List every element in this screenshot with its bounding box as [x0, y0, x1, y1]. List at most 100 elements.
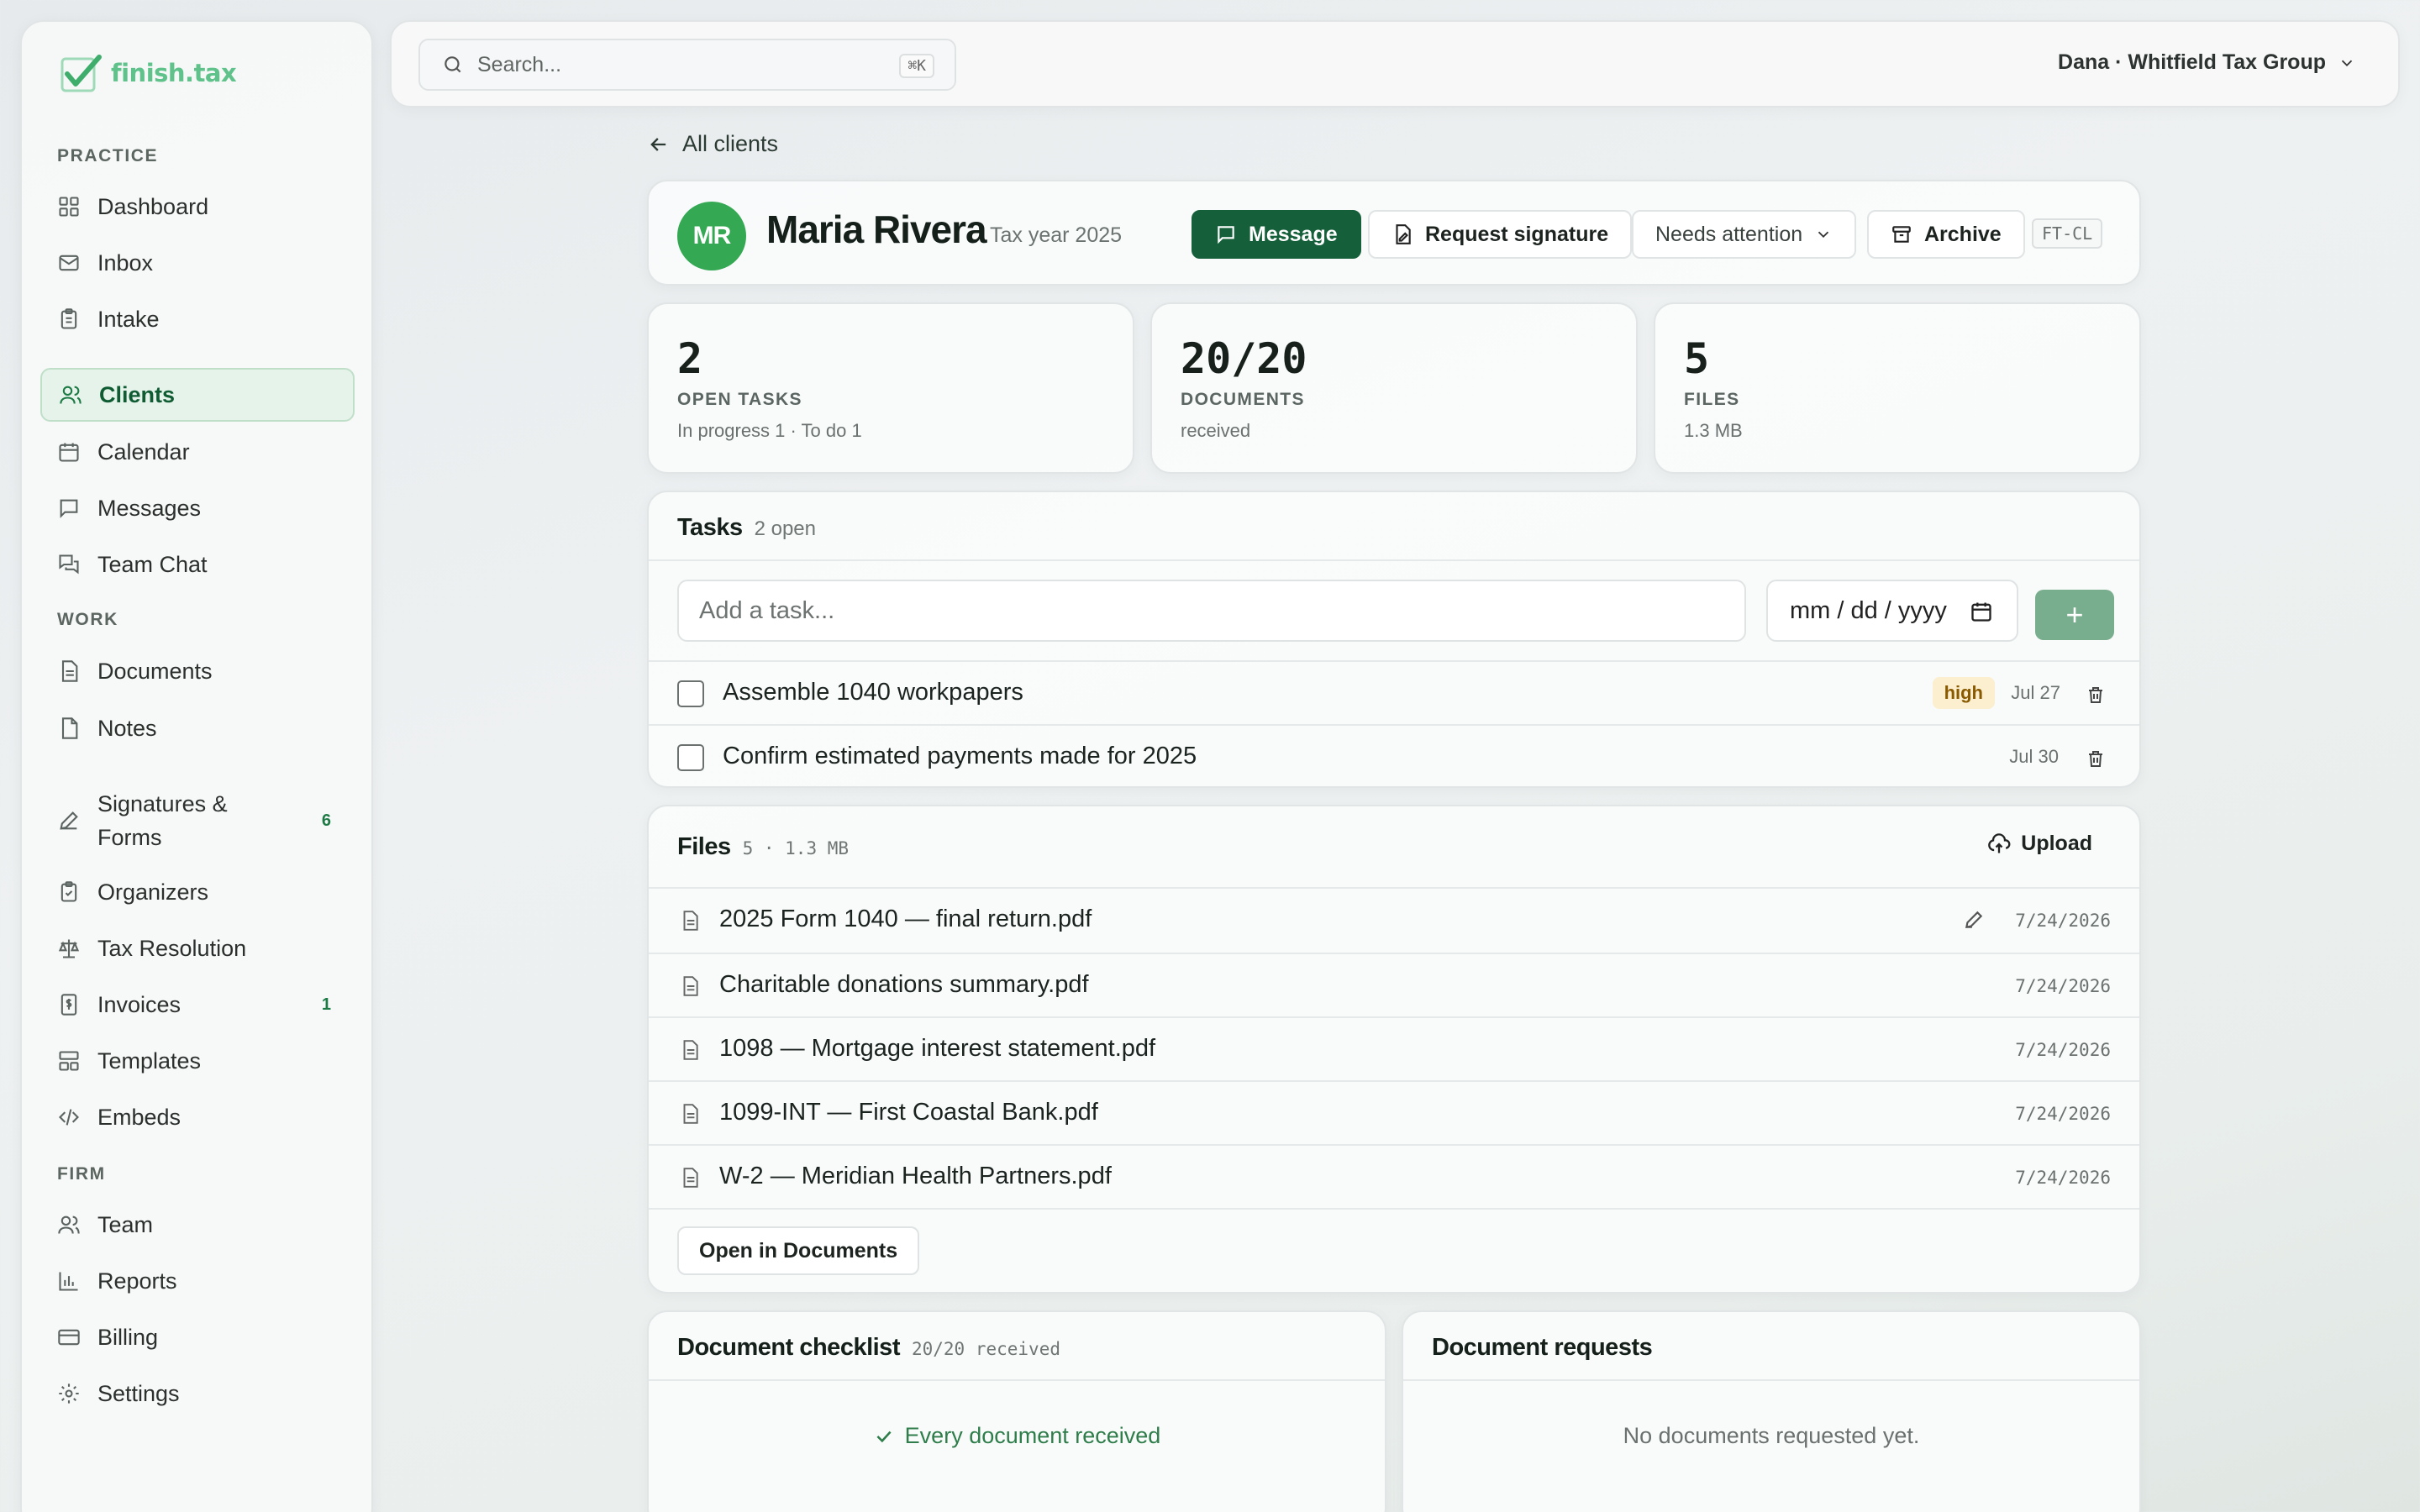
file-row[interactable]: W-2 — Meridian Health Partners.pdf 7/24/… — [649, 1146, 2139, 1210]
sidebar-item-intake[interactable]: Intake — [40, 292, 355, 346]
due-date-input[interactable]: mm / dd / yyyy — [1766, 580, 2018, 642]
sidebar-item-label: Clients — [99, 381, 176, 407]
stat-label: DOCUMENTS — [1181, 390, 1305, 409]
sidebar-item-team-chat[interactable]: Team Chat — [40, 538, 355, 591]
back-link-label: All clients — [682, 131, 779, 156]
clipboard-icon — [57, 307, 81, 331]
file-row[interactable]: 1098 — Mortgage interest statement.pdf 7… — [649, 1018, 2139, 1082]
stat-label: OPEN TASKS — [677, 390, 802, 409]
app-logo[interactable]: finish.tax — [60, 54, 237, 92]
back-link[interactable]: All clients — [647, 131, 778, 157]
scale-icon — [57, 937, 81, 960]
upload-label: Upload — [2021, 832, 2092, 855]
stat-documents: 20/20 DOCUMENTS received — [1150, 302, 1638, 474]
bar-chart-icon — [57, 1269, 81, 1293]
file-name: 1098 — Mortgage interest statement.pdf — [719, 1035, 1156, 1062]
files-title-text: Files — [677, 833, 731, 860]
sidebar-item-label: Embeds — [97, 1104, 182, 1130]
add-task-input[interactable] — [677, 580, 1746, 642]
sidebar-item-label: Inbox — [97, 249, 154, 276]
task-text: Confirm estimated payments made for 2025 — [723, 743, 1197, 769]
stat-value: 20/20 — [1181, 334, 1307, 383]
account-switcher[interactable]: Dana · Whitfield Tax Group — [2058, 50, 2356, 75]
file-row[interactable]: Charitable donations summary.pdf 7/24/20… — [649, 954, 2139, 1018]
divider — [649, 559, 2139, 561]
sidebar-item-label: Notes — [97, 715, 157, 741]
signatures-count-badge: 6 — [321, 811, 331, 830]
chevron-down-icon — [2338, 54, 2356, 72]
file-name: 1099-INT — First Coastal Bank.pdf — [719, 1099, 1098, 1126]
search-input[interactable] — [477, 52, 847, 77]
section-label-work: WORK — [57, 610, 118, 629]
divider — [649, 1379, 1385, 1381]
sidebar-item-embeds[interactable]: Embeds — [40, 1090, 355, 1144]
sidebar-item-billing[interactable]: Billing — [40, 1310, 355, 1364]
invoices-count-badge: 1 — [321, 995, 331, 1014]
delete-task-button[interactable] — [2086, 684, 2106, 706]
status-dropdown-value: Needs attention — [1655, 222, 1803, 246]
sidebar-item-templates[interactable]: Templates — [40, 1034, 355, 1088]
archive-icon — [1891, 223, 1912, 245]
account-label: Dana · Whitfield Tax Group — [2058, 50, 2326, 74]
sidebar-item-dashboard[interactable]: Dashboard — [40, 180, 355, 234]
delete-task-button[interactable] — [2086, 748, 2106, 769]
search-box[interactable]: ⌘K — [418, 39, 956, 91]
sidebar-item-settings[interactable]: Settings — [40, 1367, 355, 1420]
sidebar-item-tax-resolution[interactable]: Tax Resolution — [40, 921, 355, 975]
archive-button[interactable]: Archive — [1867, 210, 2025, 259]
sidebar-item-inbox[interactable]: Inbox — [40, 236, 355, 290]
sidebar-item-label: Templates — [97, 1047, 202, 1074]
upload-button[interactable]: Upload — [1987, 832, 2092, 856]
open-in-documents-button[interactable]: Open in Documents — [677, 1226, 920, 1275]
chat-icon — [57, 553, 81, 576]
gear-icon — [57, 1382, 81, 1405]
message-icon — [57, 496, 81, 520]
credit-card-icon — [57, 1326, 81, 1349]
sidebar-item-notes[interactable]: Notes — [40, 701, 355, 755]
message-button[interactable]: Message — [1192, 210, 1361, 259]
sidebar-item-signatures-forms[interactable]: Signatures & Forms 6 — [40, 786, 355, 855]
request-signature-label: Request signature — [1425, 222, 1609, 246]
tax-year-label: Tax year 2025 — [990, 223, 1123, 247]
add-task-button[interactable]: + — [2035, 590, 2114, 640]
client-code-badge: FT-CL — [2032, 218, 2103, 249]
mail-icon — [57, 251, 81, 275]
document-checklist-panel: Document checklist 20/20 received Every d… — [647, 1310, 1386, 1512]
file-icon — [679, 974, 701, 998]
file-row[interactable]: 1099-INT — First Coastal Bank.pdf 7/24/2… — [649, 1082, 2139, 1146]
file-date: 7/24/2026 — [2015, 1104, 2111, 1124]
template-icon — [57, 1049, 81, 1073]
file-date: 7/24/2026 — [2015, 911, 2111, 931]
checklist-title-text: Document checklist — [677, 1334, 900, 1361]
status-dropdown[interactable]: Needs attention — [1632, 210, 1857, 259]
file-date: 7/24/2026 — [2015, 1040, 2111, 1060]
section-label-practice: PRACTICE — [57, 146, 159, 165]
tasks-count: 2 open — [754, 517, 816, 540]
topbar: ⌘K Dana · Whitfield Tax Group — [390, 20, 2400, 108]
sidebar-item-team[interactable]: Team — [40, 1198, 355, 1252]
sidebar-item-messages[interactable]: Messages — [40, 481, 355, 535]
chevron-down-icon — [1814, 225, 1833, 244]
sidebar-item-invoices[interactable]: Invoices 1 — [40, 978, 355, 1032]
task-row: Assemble 1040 workpapers high Jul 27 — [649, 662, 2139, 726]
task-checkbox[interactable] — [677, 744, 704, 771]
sidebar-item-label: Signatures & Forms — [97, 791, 228, 850]
sidebar-item-clients[interactable]: Clients — [40, 368, 355, 422]
trash-icon — [2086, 748, 2106, 769]
invoice-icon — [57, 993, 81, 1016]
stat-sub: In progress 1 · To do 1 — [677, 420, 862, 441]
sidebar-item-documents[interactable]: Documents — [40, 644, 355, 698]
request-signature-button[interactable]: Request signature — [1368, 210, 1633, 259]
edit-pencil-icon[interactable] — [1963, 909, 1985, 931]
task-checkbox[interactable] — [677, 680, 704, 707]
file-name: 2025 Form 1040 — final return.pdf — [719, 906, 1092, 932]
sidebar-item-label: Tax Resolution — [97, 935, 247, 961]
checklist-meta: 20/20 received — [911, 1339, 1060, 1359]
calendar-icon — [1970, 600, 1993, 623]
stat-sub: 1.3 MB — [1684, 420, 1743, 441]
sidebar-item-calendar[interactable]: Calendar — [40, 425, 355, 479]
message-button-label: Message — [1249, 222, 1338, 246]
file-row[interactable]: 2025 Form 1040 — final return.pdf 7/24/2… — [649, 889, 2139, 953]
sidebar-item-reports[interactable]: Reports — [40, 1254, 355, 1308]
sidebar-item-organizers[interactable]: Organizers — [40, 865, 355, 919]
